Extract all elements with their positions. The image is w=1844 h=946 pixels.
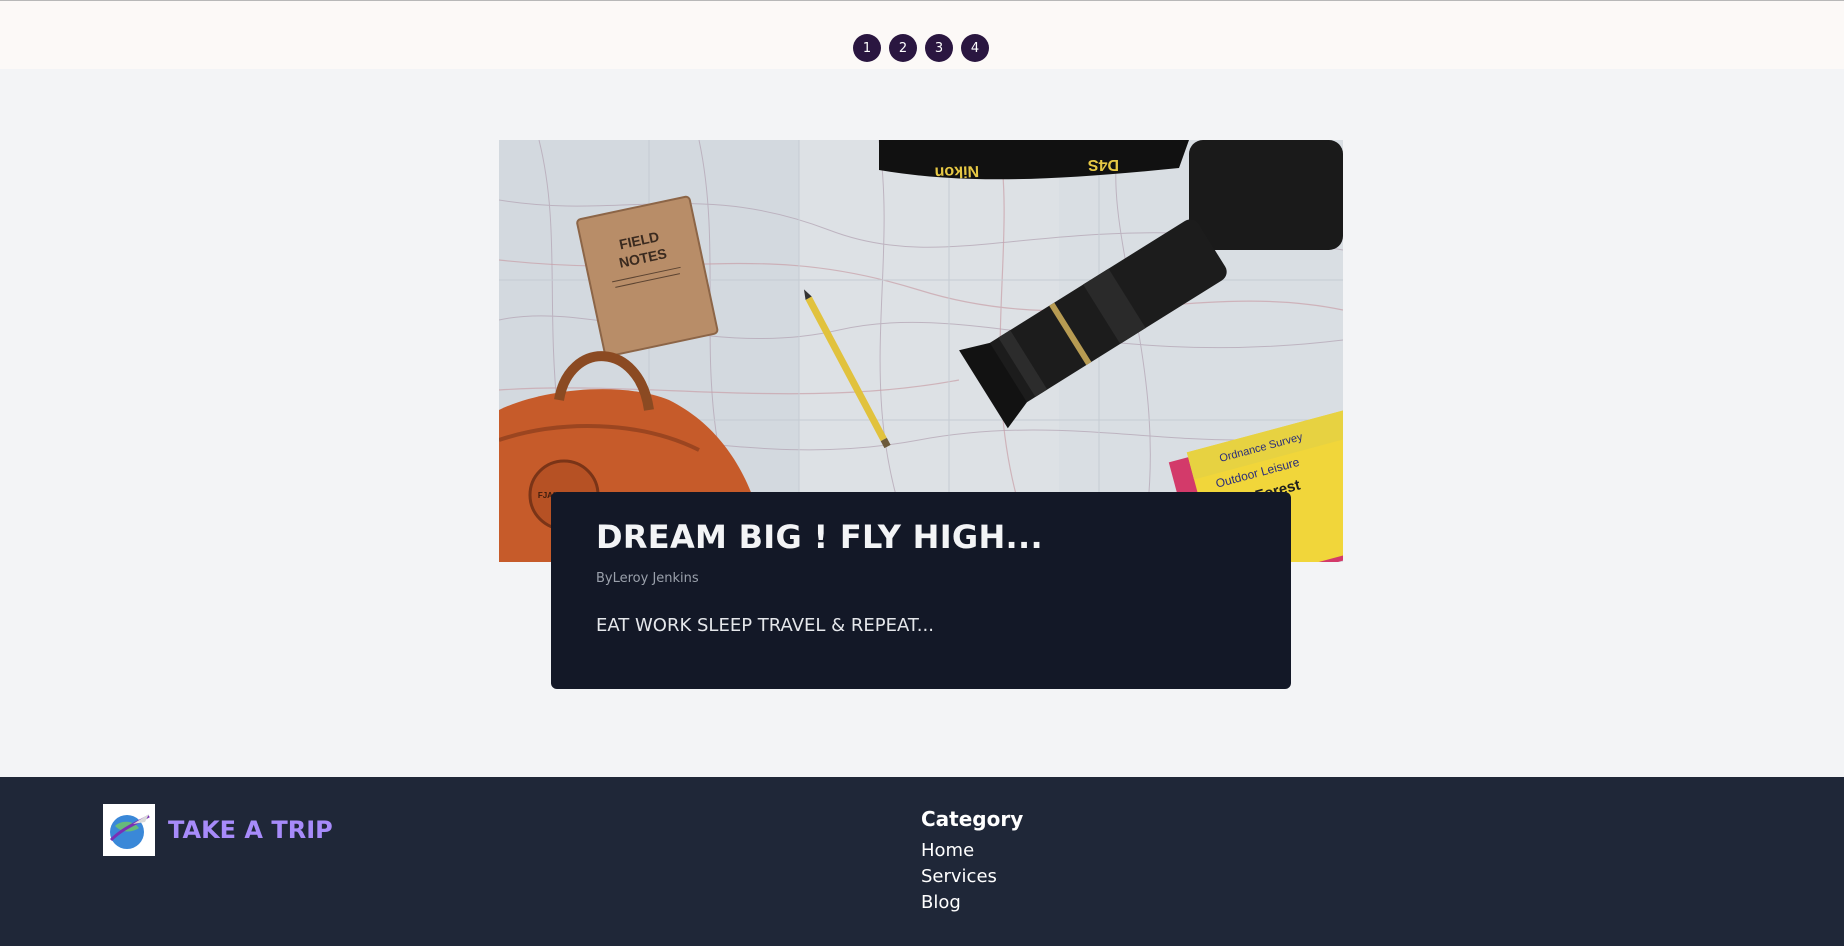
footer: TAKE A TRIP Category Home Services Blog [0,777,1844,946]
footer-link-blog[interactable]: Blog [921,890,1023,916]
page-button-3[interactable]: 3 [925,34,953,62]
footer-category: Category Home Services Blog [921,807,1023,916]
category-title: Category [921,807,1024,831]
page-button-4[interactable]: 4 [961,34,989,62]
strap-text-2: D4S [1088,156,1119,173]
globe-plane-logo-icon [103,804,155,856]
post-excerpt: EAT WORK SLEEP TRAVEL & REPEAT... [596,615,934,636]
post-author: ByLeroy Jenkins [596,571,699,586]
pagination: 1 2 3 4 [853,34,989,62]
strap-text-1: Nikon [934,162,979,181]
brand-name: TAKE A TRIP [168,816,333,844]
post-card[interactable]: DREAM BIG ! FLY HIGH... ByLeroy Jenkins … [551,492,1291,689]
footer-link-services[interactable]: Services [921,864,1023,890]
page-button-2[interactable]: 2 [889,34,917,62]
footer-link-home[interactable]: Home [921,838,1023,864]
post-title[interactable]: DREAM BIG ! FLY HIGH... [596,518,1246,556]
footer-brand[interactable]: TAKE A TRIP [103,804,333,856]
page-button-1[interactable]: 1 [853,34,881,62]
top-bar: 1 2 3 4 [0,0,1844,69]
